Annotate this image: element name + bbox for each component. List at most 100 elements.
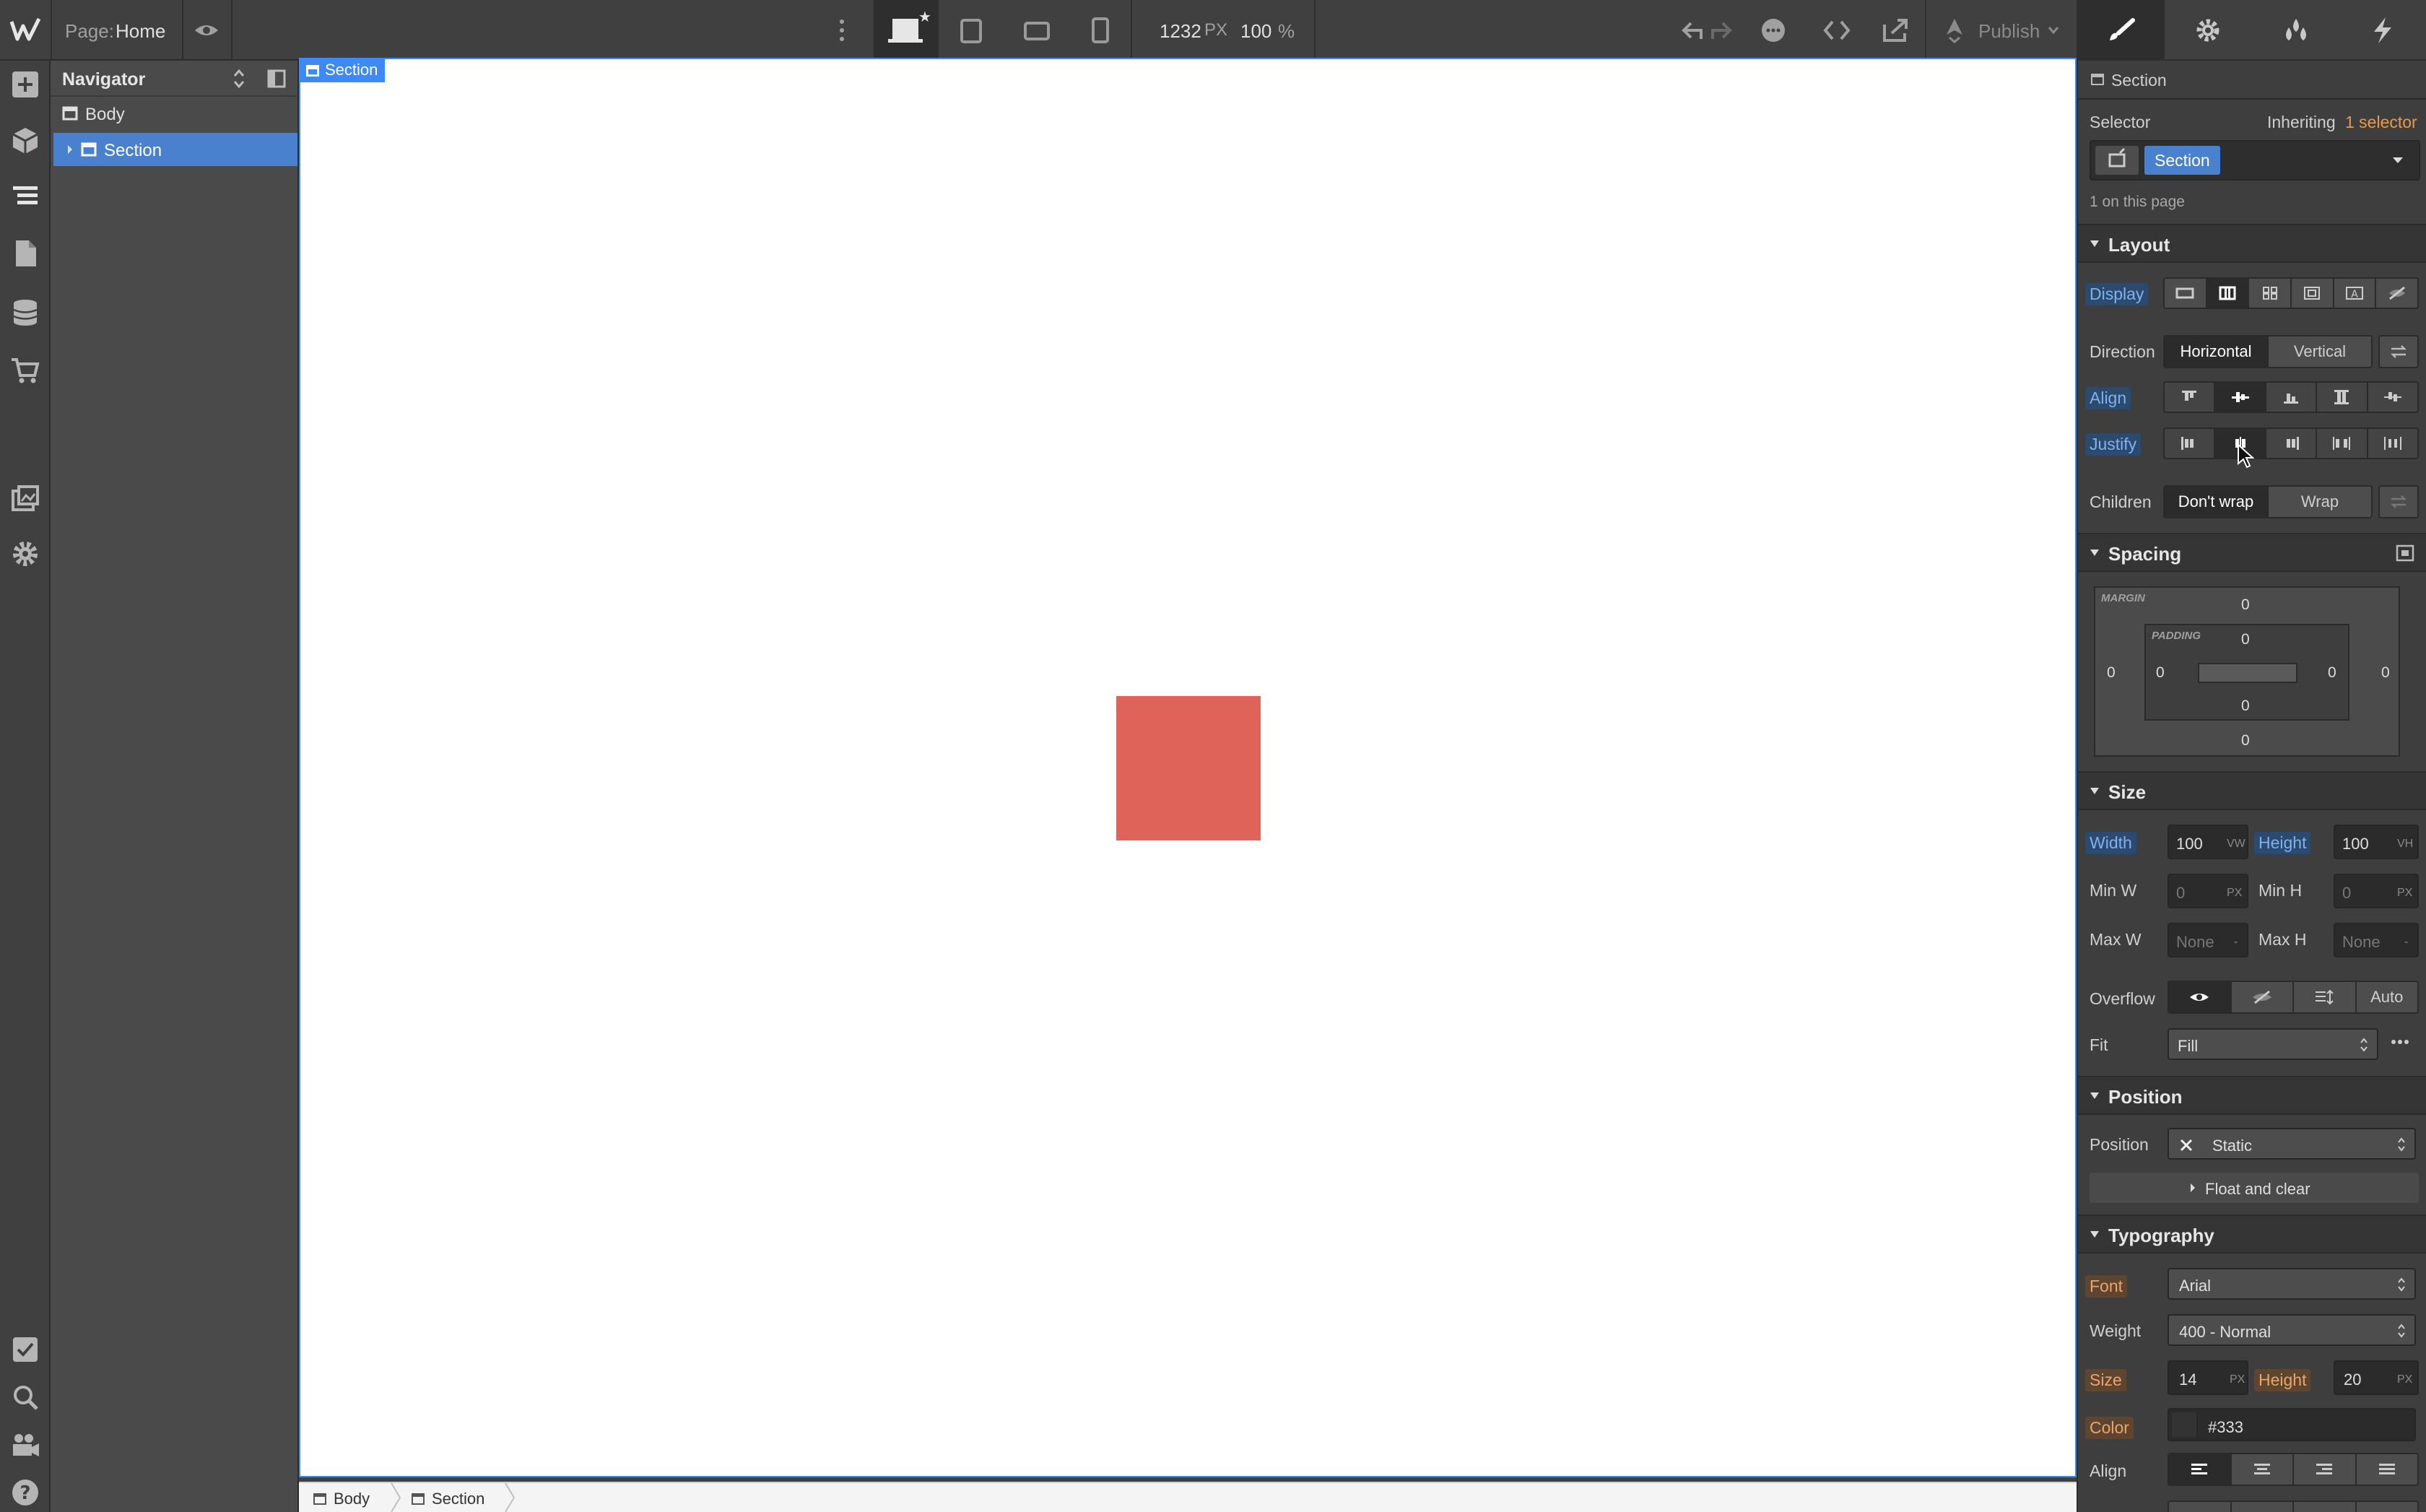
wrap-button[interactable]: Wrap — [2269, 487, 2371, 517]
padding-bottom-value[interactable]: 0 — [2241, 698, 2250, 715]
redo-icon[interactable] — [1710, 20, 1733, 42]
text-style-button[interactable] — [2232, 1502, 2294, 1512]
display-block-icon[interactable] — [2165, 279, 2207, 308]
settings-gear-icon[interactable] — [10, 539, 40, 569]
align-left-icon[interactable] — [2169, 1454, 2232, 1485]
breakpoint-tablet-icon[interactable] — [960, 19, 982, 43]
typography-section-header[interactable]: Typography — [2078, 1215, 2426, 1254]
more-vertical-icon[interactable] — [838, 17, 846, 43]
display-flex-icon[interactable] — [2207, 279, 2250, 308]
publish-button[interactable]: Publish — [1978, 20, 2040, 43]
tab-settings[interactable] — [2165, 0, 2251, 61]
overflow-scroll-icon[interactable] — [2294, 982, 2357, 1012]
comments-icon[interactable] — [1760, 17, 1786, 43]
tab-style[interactable] — [2077, 0, 2165, 61]
spacing-section-header[interactable]: Spacing — [2078, 533, 2426, 572]
page-name[interactable]: Home — [116, 20, 165, 43]
line-height-field[interactable]: 20 PX — [2334, 1360, 2419, 1395]
line-height-unit[interactable]: PX — [2397, 1373, 2412, 1386]
align-justify-icon[interactable] — [2357, 1454, 2418, 1485]
size-section-header[interactable]: Size — [2078, 771, 2426, 810]
direction-vertical-button[interactable]: Vertical — [2269, 336, 2371, 367]
breakpoint-landscape-icon[interactable] — [1024, 22, 1050, 40]
direction-horizontal-button[interactable]: Horizontal — [2165, 336, 2269, 367]
selector-chip[interactable]: Section — [2144, 146, 2220, 175]
tab-style-manager[interactable] — [2251, 0, 2338, 61]
overflow-auto-button[interactable]: Auto — [2357, 982, 2418, 1012]
navigator-item-body[interactable]: Body — [51, 97, 299, 130]
weight-select[interactable]: 400 - Normal — [2168, 1314, 2416, 1346]
breakpoint-mobile-icon[interactable] — [1092, 17, 1109, 43]
align-center-text-icon[interactable] — [2232, 1454, 2294, 1485]
search-icon[interactable] — [10, 1382, 40, 1412]
reverse-wrap-button[interactable] — [2378, 485, 2419, 518]
reverse-direction-button[interactable] — [2378, 335, 2419, 368]
width-field[interactable]: 100 VW — [2168, 825, 2248, 859]
align-baseline-icon[interactable] — [2368, 383, 2417, 412]
add-panel-icon[interactable] — [10, 69, 40, 100]
min-height-field[interactable]: 0 PX — [2334, 874, 2419, 908]
breakpoint-desktop-icon[interactable]: ★ — [874, 0, 939, 61]
min-width-unit[interactable]: PX — [2227, 887, 2242, 900]
audit-checkbox-icon[interactable] — [10, 1334, 40, 1365]
padding-right-value[interactable]: 0 — [2328, 664, 2336, 682]
selected-element-label[interactable]: Section — [299, 58, 386, 82]
tab-interactions[interactable] — [2338, 0, 2426, 61]
font-size-field[interactable]: 14 PX — [2168, 1360, 2248, 1395]
breadcrumb-item-body[interactable]: Body — [313, 1490, 370, 1508]
export-icon[interactable] — [1882, 17, 1910, 43]
margin-bottom-value[interactable]: 0 — [2241, 732, 2250, 750]
justify-start-icon[interactable] — [2165, 429, 2216, 458]
align-right-icon[interactable] — [2294, 1454, 2357, 1485]
chevron-down-icon[interactable] — [2048, 26, 2059, 35]
position-section-header[interactable]: Position — [2078, 1076, 2426, 1115]
cms-database-icon[interactable] — [10, 297, 40, 328]
margin-left-value[interactable]: 0 — [2107, 664, 2116, 682]
padding-top-value[interactable]: 0 — [2241, 631, 2250, 648]
chevron-down-icon[interactable] — [2391, 156, 2404, 165]
navigator-item-section[interactable]: Section — [53, 133, 297, 166]
ecommerce-cart-icon[interactable] — [10, 355, 40, 386]
color-swatch[interactable] — [2172, 1412, 2198, 1437]
width-unit[interactable]: VW — [2227, 838, 2245, 851]
align-start-icon[interactable] — [2165, 383, 2216, 412]
help-icon[interactable]: ? — [10, 1477, 40, 1508]
font-size-unit[interactable]: PX — [2230, 1373, 2245, 1386]
justify-space-around-icon[interactable] — [2368, 429, 2417, 458]
publish-rocket-icon[interactable] — [1942, 17, 1967, 43]
font-select[interactable]: Arial — [2168, 1268, 2416, 1300]
align-stretch-icon[interactable] — [2317, 383, 2368, 412]
preview-eye-icon[interactable] — [194, 19, 219, 42]
dont-wrap-button[interactable]: Don't wrap — [2165, 487, 2269, 517]
navigator-layers-icon[interactable] — [10, 181, 40, 211]
max-height-field[interactable]: None - — [2334, 923, 2419, 957]
dock-panel-icon[interactable] — [267, 69, 286, 88]
overflow-hidden-icon[interactable] — [2232, 982, 2294, 1012]
height-unit[interactable]: VH — [2397, 838, 2413, 851]
min-width-field[interactable]: 0 PX — [2168, 874, 2248, 908]
height-field[interactable]: 100 VH — [2334, 825, 2419, 859]
display-none-icon[interactable] — [2376, 279, 2417, 308]
pages-icon[interactable] — [10, 238, 40, 269]
more-horizontal-icon[interactable] — [2390, 1038, 2410, 1046]
spacing-expand-icon[interactable] — [2396, 544, 2414, 562]
position-select[interactable]: Static — [2168, 1128, 2416, 1160]
text-style-button[interactable] — [2357, 1502, 2418, 1512]
display-grid-icon[interactable] — [2249, 279, 2292, 308]
max-height-unit[interactable]: - — [2404, 936, 2408, 949]
code-icon[interactable] — [1822, 19, 1851, 42]
display-inline-icon[interactable]: A — [2334, 279, 2377, 308]
text-style-button[interactable] — [2294, 1502, 2357, 1512]
margin-top-value[interactable]: 0 — [2241, 596, 2250, 614]
justify-space-between-icon[interactable] — [2317, 429, 2368, 458]
selector-state-icon[interactable] — [2095, 146, 2139, 175]
video-tutorials-icon[interactable] — [10, 1430, 40, 1460]
color-field[interactable]: #333 — [2168, 1408, 2416, 1441]
expand-collapse-icon[interactable] — [232, 68, 245, 90]
max-width-field[interactable]: None - — [2168, 923, 2248, 957]
align-center-icon[interactable] — [2215, 383, 2266, 412]
display-inline-block-icon[interactable] — [2292, 279, 2334, 308]
align-end-icon[interactable] — [2266, 383, 2318, 412]
max-width-unit[interactable]: - — [2234, 936, 2238, 949]
symbols-cube-icon[interactable] — [10, 126, 40, 156]
